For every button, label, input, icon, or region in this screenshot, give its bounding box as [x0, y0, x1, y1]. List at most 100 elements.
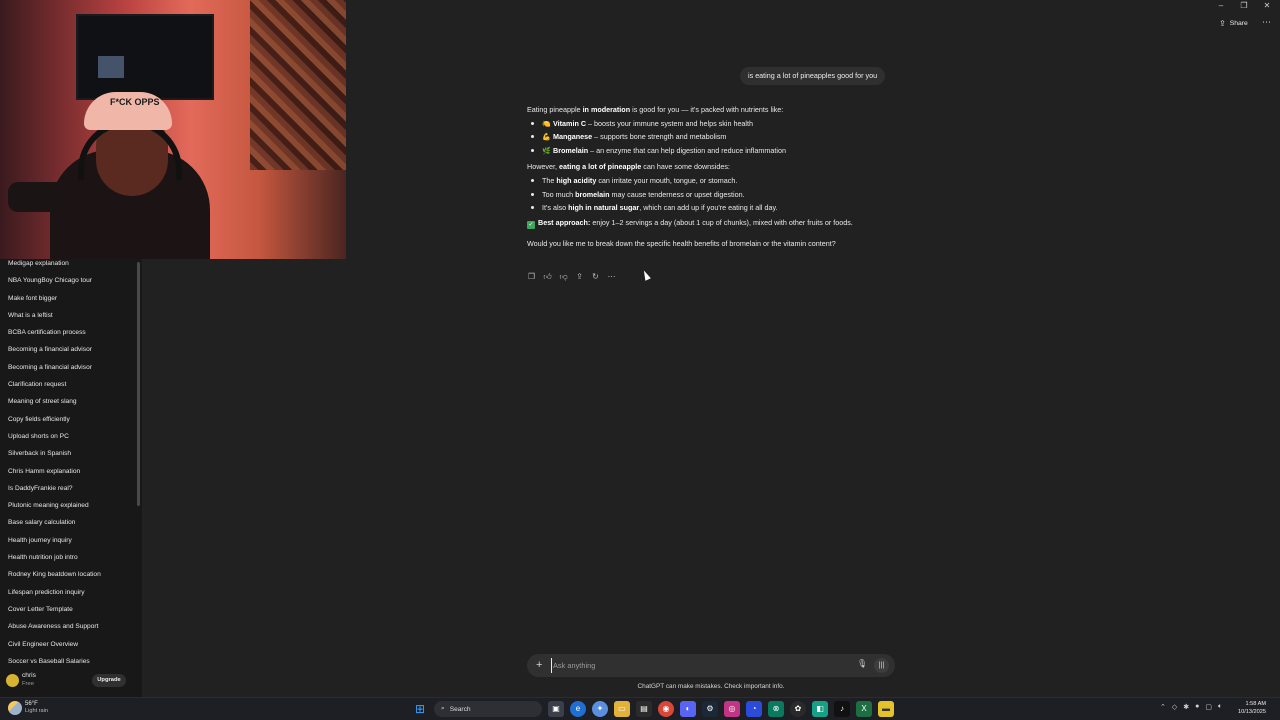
- wall-poster: [250, 0, 346, 170]
- excel-icon[interactable]: X: [856, 701, 872, 717]
- sidebar-chat-item[interactable]: Health journey inquiry: [0, 532, 138, 549]
- close-icon[interactable]: ✕: [1261, 0, 1273, 12]
- sidebar-scrollbar[interactable]: [137, 262, 140, 506]
- app-icon[interactable]: ◧: [812, 701, 828, 717]
- sidebar-chat-item[interactable]: Civil Engineer Overview: [0, 636, 138, 653]
- list-item: It's also high in natural sugar, which c…: [527, 201, 907, 214]
- sidebar-chat-item[interactable]: Plutonic meaning explained: [0, 497, 138, 514]
- more-options-icon[interactable]: ⋯: [1262, 17, 1271, 28]
- downsides-list: The high acidity can irritate your mouth…: [527, 174, 907, 214]
- chatgpt-icon[interactable]: ✿: [790, 701, 806, 717]
- ask-input[interactable]: [551, 658, 841, 673]
- sidebar-chat-item[interactable]: Soccer vs Baseball Salaries: [0, 653, 138, 670]
- however-paragraph: However, eating a lot of pineapple can h…: [527, 161, 907, 173]
- list-item: Too much bromelain may cause tenderness …: [527, 188, 907, 201]
- check-mark-icon: ✓: [527, 221, 535, 230]
- list-item: 🍋 Vitamin C – boosts your immune system a…: [527, 117, 907, 130]
- volume-icon[interactable]: 🔈︎: [1218, 703, 1222, 711]
- windows-start-icon[interactable]: ⊞: [412, 701, 428, 717]
- share-response-icon[interactable]: ⇪: [574, 271, 585, 282]
- task-view-icon[interactable]: ▣: [548, 701, 564, 717]
- user-name: chris: [22, 672, 36, 679]
- sidebar-chat-item[interactable]: Abuse Awareness and Support: [0, 618, 138, 635]
- search-label: Search: [449, 705, 471, 713]
- downside-text-end: may cause tenderness or upset digestion.: [609, 189, 745, 199]
- microphone-icon[interactable]: 🎙︎: [857, 659, 867, 668]
- sidebar-chat-item[interactable]: Base salary calculation: [0, 514, 138, 531]
- file-explorer-icon[interactable]: ▭: [614, 701, 630, 717]
- sidebar-chat-item[interactable]: Make font bigger: [0, 290, 138, 307]
- intro-text: Eating pineapple: [527, 105, 583, 114]
- xbox-icon[interactable]: ⊗: [768, 701, 784, 717]
- sidebar-chat-item[interactable]: Rodney King beatdown location: [0, 566, 138, 583]
- microphone-tray-icon[interactable]: ●: [1195, 703, 1199, 711]
- response-actions: ❐ 👍︎ 👎︎ ⇪ ↻ ⋯: [526, 271, 617, 282]
- minimize-icon[interactable]: –: [1215, 0, 1227, 12]
- downside-bold: high acidity: [556, 176, 597, 186]
- benefit-title: Bromelain: [553, 145, 589, 155]
- more-actions-icon[interactable]: ⋯: [606, 271, 617, 282]
- sidebar-chat-item[interactable]: Upload shorts on PC: [0, 428, 138, 445]
- user-account-row[interactable]: chris Free Upgrade: [0, 670, 142, 692]
- instagram-icon[interactable]: ◎: [724, 701, 740, 717]
- network-icon[interactable]: ◇: [1172, 703, 1177, 711]
- user-message-bubble: is eating a lot of pineapples good for y…: [740, 67, 886, 85]
- sidebar-chat-item[interactable]: Health nutrition job intro: [0, 549, 138, 566]
- sticky-notes-icon[interactable]: ▬: [878, 701, 894, 717]
- flexed-arm-icon: 💪: [542, 134, 551, 142]
- bluetooth-icon[interactable]: ✱: [1183, 703, 1189, 711]
- thumbs-down-icon[interactable]: 👎︎: [558, 271, 569, 282]
- sidebar-chat-item[interactable]: Lifespan prediction inquiry: [0, 584, 138, 601]
- discord-icon[interactable]: ◐: [680, 701, 696, 717]
- sidebar-chat-item[interactable]: Copy fields efficiently: [0, 411, 138, 428]
- sidebar-chat-item[interactable]: What is a leftist: [0, 307, 138, 324]
- however-bold: eating a lot of pineapple: [558, 162, 642, 172]
- tiktok-icon[interactable]: ♪: [834, 701, 850, 717]
- sidebar-chat-item[interactable]: Becoming a financial advisor: [0, 341, 138, 358]
- chrome-icon[interactable]: ◉: [658, 701, 674, 717]
- sidebar-chat-item[interactable]: Is DaddyFrankie real?: [0, 480, 138, 497]
- composer: + 🎙︎ |||: [527, 654, 895, 677]
- restore-icon[interactable]: ❐: [1238, 0, 1250, 12]
- steam-icon[interactable]: ⚙: [702, 701, 718, 717]
- weather-desc: Light rain: [25, 708, 49, 714]
- share-button[interactable]: ⇪ Share: [1219, 17, 1248, 30]
- best-approach-text: enjoy 1–2 servings a day (about 1 cup of…: [590, 218, 853, 228]
- intro-text-end: is good for you — it's packed with nutri…: [630, 105, 784, 114]
- clock-date: 10/13/2025: [1238, 708, 1266, 715]
- display-icon[interactable]: ▢: [1205, 703, 1212, 711]
- disclaimer-text: ChatGPT can make mistakes. Check importa…: [637, 683, 785, 690]
- taskbar-search[interactable]: ⌕ Search: [434, 701, 542, 717]
- avatar[interactable]: [6, 674, 19, 687]
- copilot-icon[interactable]: ✦: [592, 701, 608, 717]
- thumbs-up-icon[interactable]: 👍︎: [542, 271, 553, 282]
- copy-icon[interactable]: ❐: [526, 271, 537, 282]
- plus-icon[interactable]: +: [536, 658, 542, 672]
- messenger-icon[interactable]: ◔: [746, 701, 762, 717]
- sidebar-chat-item[interactable]: Meaning of street slang: [0, 393, 138, 410]
- chat-history-list: Medigap explanation NBA YoungBoy Chicago …: [0, 255, 138, 670]
- followup-paragraph: Would you like me to break down the spec…: [527, 239, 836, 249]
- webcam-overlay: F*CK OPPS: [0, 0, 346, 259]
- voice-mode-icon[interactable]: |||: [874, 658, 889, 673]
- sidebar-chat-item[interactable]: Clarification request: [0, 376, 138, 393]
- downside-text: The: [542, 176, 557, 186]
- list-item: 🌿 Bromelain – an enzyme that can help dig…: [527, 144, 907, 157]
- taskbar: 56°F Light rain ⊞ ⌕ Search ▣ e ✦ ▭ ▤ ◉ ◐…: [0, 697, 1280, 720]
- sidebar-chat-item[interactable]: Becoming a financial advisor: [0, 359, 138, 376]
- downside-bold: bromelain: [575, 189, 610, 199]
- weather-widget[interactable]: 56°F Light rain: [8, 701, 48, 715]
- taskbar-clock[interactable]: 1:58 AM 10/13/2025: [1238, 701, 1266, 716]
- store-icon[interactable]: ▤: [636, 701, 652, 717]
- sidebar-chat-item[interactable]: Silverback in Spanish: [0, 445, 138, 462]
- chevron-up-icon[interactable]: ⌃: [1160, 703, 1166, 711]
- edge-icon[interactable]: e: [570, 701, 586, 717]
- sidebar-chat-item[interactable]: Chris Hamm explanation: [0, 463, 138, 480]
- downside-bold: high in natural sugar: [568, 202, 640, 212]
- sidebar-chat-item[interactable]: NBA YoungBoy Chicago tour: [0, 272, 138, 289]
- sidebar-chat-item[interactable]: BCBA certification process: [0, 324, 138, 341]
- upgrade-button[interactable]: Upgrade: [92, 674, 126, 687]
- sidebar-chat-item[interactable]: Cover Letter Template: [0, 601, 138, 618]
- regenerate-icon[interactable]: ↻: [590, 271, 601, 282]
- best-approach-paragraph: ✓ Best approach: enjoy 1–2 servings a day…: [527, 217, 907, 230]
